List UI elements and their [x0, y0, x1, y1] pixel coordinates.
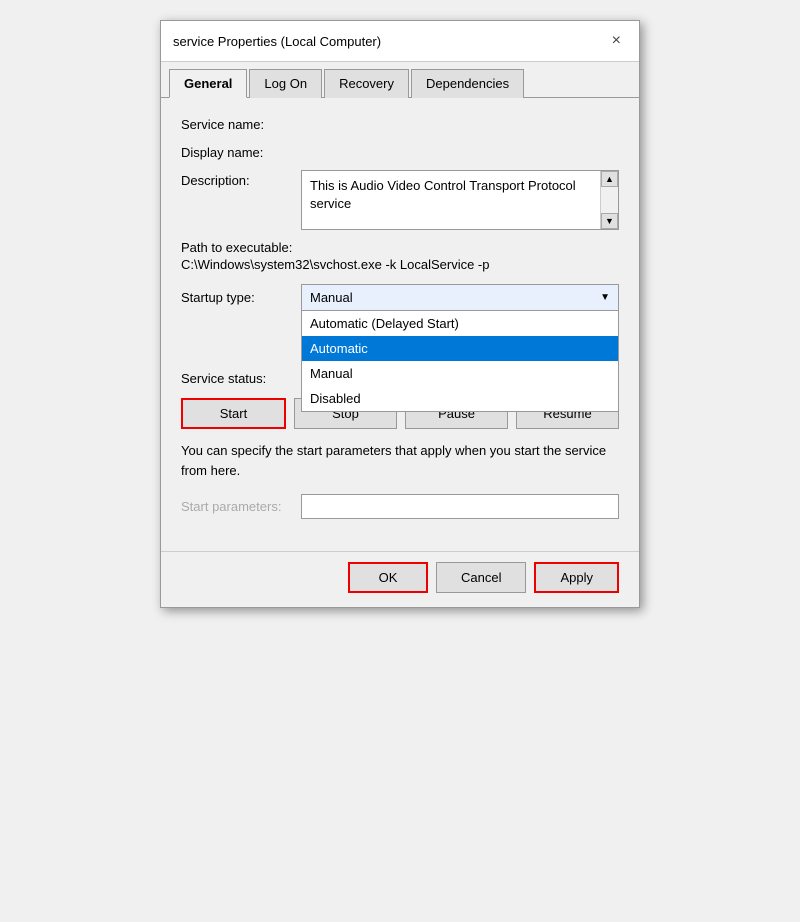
service-name-label: Service name:	[181, 114, 301, 132]
hint-text: You can specify the start parameters tha…	[181, 441, 619, 480]
scroll-track	[601, 187, 618, 213]
dropdown-chevron-icon: ▼	[600, 292, 610, 303]
service-status-label: Service status:	[181, 371, 301, 386]
startup-type-label: Startup type:	[181, 284, 301, 305]
start-button[interactable]: Start	[181, 398, 286, 429]
tabs-container: General Log On Recovery Dependencies	[161, 62, 639, 98]
startup-type-dropdown[interactable]: Manual ▼	[301, 284, 619, 311]
display-name-label: Display name:	[181, 142, 301, 160]
start-params-label: Start parameters:	[181, 499, 301, 514]
dialog-window: service Properties (Local Computer) × Ge…	[160, 20, 640, 608]
cancel-button[interactable]: Cancel	[436, 562, 526, 593]
startup-dropdown-list: Automatic (Delayed Start) Automatic Manu…	[301, 311, 619, 412]
description-scrollbar: ▲ ▼	[600, 171, 618, 229]
startup-type-row: Startup type: Manual ▼ Automatic (Delaye…	[181, 284, 619, 311]
display-name-row: Display name:	[181, 142, 619, 160]
dropdown-item-disabled[interactable]: Disabled	[302, 386, 618, 411]
dropdown-item-auto-delayed[interactable]: Automatic (Delayed Start)	[302, 311, 618, 336]
startup-dropdown-container: Manual ▼ Automatic (Delayed Start) Autom…	[301, 284, 619, 311]
dropdown-item-manual[interactable]: Manual	[302, 361, 618, 386]
description-box: This is Audio Video Control Transport Pr…	[301, 170, 619, 230]
service-name-row: Service name:	[181, 114, 619, 132]
ok-button[interactable]: OK	[348, 562, 428, 593]
window-title: service Properties (Local Computer)	[173, 34, 381, 49]
tab-general[interactable]: General	[169, 69, 247, 98]
path-label: Path to executable:	[181, 240, 619, 255]
bottom-buttons: OK Cancel Apply	[161, 551, 639, 607]
scroll-down-btn[interactable]: ▼	[601, 213, 618, 229]
description-row: Description: This is Audio Video Control…	[181, 170, 619, 230]
tab-dependencies[interactable]: Dependencies	[411, 69, 524, 98]
path-value: C:\Windows\system32\svchost.exe -k Local…	[181, 257, 619, 272]
description-label: Description:	[181, 170, 301, 188]
start-params-row: Start parameters:	[181, 494, 619, 519]
apply-button[interactable]: Apply	[534, 562, 619, 593]
close-button[interactable]: ×	[606, 31, 627, 51]
start-params-input[interactable]	[301, 494, 619, 519]
tab-logon[interactable]: Log On	[249, 69, 322, 98]
tab-recovery[interactable]: Recovery	[324, 69, 409, 98]
title-bar: service Properties (Local Computer) ×	[161, 21, 639, 62]
scroll-up-btn[interactable]: ▲	[601, 171, 618, 187]
dropdown-item-automatic[interactable]: Automatic	[302, 336, 618, 361]
tab-content: Service name: Display name: Description:…	[161, 98, 639, 551]
description-text: This is Audio Video Control Transport Pr…	[302, 171, 600, 229]
path-section: Path to executable: C:\Windows\system32\…	[181, 240, 619, 272]
startup-type-selected: Manual	[310, 290, 353, 305]
